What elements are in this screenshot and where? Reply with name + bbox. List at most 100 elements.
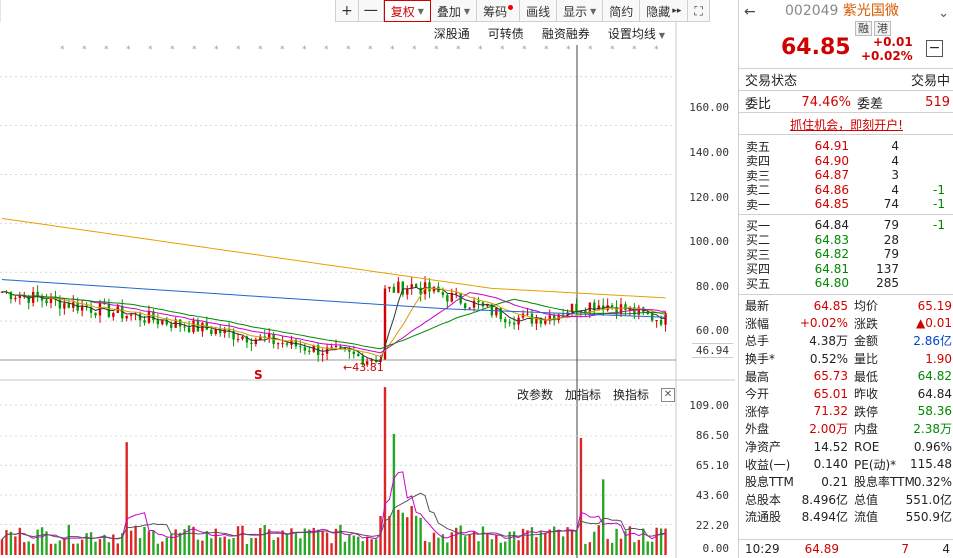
stat-label: 总值: [854, 492, 879, 507]
stats-row: 流通股 8.494亿 流值 550.9亿: [739, 508, 953, 526]
volume-bar: [125, 442, 128, 555]
divider: [739, 90, 953, 91]
stat-label: 今开: [745, 387, 770, 402]
zoom-out-button[interactable]: 一: [359, 0, 384, 22]
yincang-button[interactable]: 隐藏 ▸▸: [640, 0, 689, 22]
stat-value: 8.496亿: [801, 492, 848, 507]
close-indicator-icon[interactable]: ✕: [661, 387, 675, 402]
candle-body: [455, 292, 458, 294]
volume-bar: [410, 505, 413, 555]
change-pct: +0.02%: [861, 49, 913, 63]
event-marker: *: [654, 45, 659, 55]
notification-dot-icon: [508, 4, 514, 10]
orderbook-volume: 79: [883, 218, 899, 233]
candle-body: [63, 303, 66, 309]
modify-params-button[interactable]: 改参数: [517, 386, 553, 403]
ma5-line: [1, 286, 666, 362]
back-arrow-icon[interactable]: ←: [744, 4, 756, 20]
open-account-ad-link[interactable]: 抓住机会，即刻开户!: [739, 116, 953, 133]
candle-body: [397, 281, 400, 293]
stat-label: ROE: [854, 439, 880, 454]
volume-bar: [477, 541, 480, 555]
price-axis-label: 140.00: [689, 146, 729, 159]
volume-bar: [544, 532, 547, 555]
rongzirongquan-link[interactable]: 融资融券: [542, 25, 590, 42]
fullscreen-icon[interactable]: ⛶: [688, 0, 710, 22]
candle-body: [183, 326, 186, 328]
kline-chart-area[interactable]: * * * * * * * * * * * * * * * * * * * * * * * * * * * * ←43.81 S + 一 …: [0, 0, 735, 558]
volume-axis-label: 22.20: [695, 519, 729, 532]
set-ma-label: 设置均线: [607, 27, 656, 41]
candle-body: [508, 322, 511, 324]
candle-body: [428, 282, 431, 292]
candle-body: [161, 320, 164, 325]
orderbook-row[interactable]: 卖一 64.85 74 -1: [739, 197, 953, 212]
volume-bar: [294, 533, 298, 555]
candle-body: [588, 302, 592, 313]
candle-body: [241, 336, 244, 340]
kezhuanzhai-link[interactable]: 可转债: [488, 25, 524, 42]
zoom-in-button[interactable]: +: [336, 0, 359, 22]
stat-label: 总股本: [745, 492, 782, 507]
volume-bar: [138, 538, 142, 555]
volume-bar: [339, 524, 342, 555]
orderbook-row[interactable]: 买五 64.80 285: [739, 276, 953, 291]
diejia-label: 叠加: [436, 4, 461, 19]
candle-body: [481, 302, 485, 307]
chevron-down-icon[interactable]: ⌄: [938, 6, 949, 21]
volume-bar: [129, 530, 133, 555]
candle-body: [339, 346, 342, 348]
volume-bar: [633, 542, 636, 555]
candle-body: [268, 333, 271, 338]
candle-body: [299, 346, 302, 348]
candle-body: [477, 300, 480, 303]
volume-bar: [575, 530, 578, 555]
add-indicator-button[interactable]: 加指标: [565, 386, 601, 403]
huaxian-button[interactable]: 画线: [520, 0, 558, 22]
stats-row: 收益(一) 0.140 PE(动)* 115.48: [739, 455, 953, 473]
volume-bar: [116, 543, 119, 555]
event-marker: *: [60, 45, 65, 55]
remove-watchlist-button[interactable]: −: [926, 40, 943, 57]
volume-bar: [134, 525, 137, 555]
volume-bar: [147, 531, 151, 555]
shengutong-link[interactable]: 深股通: [434, 25, 470, 42]
stat-value: 64.85: [813, 298, 848, 313]
fuquan-button[interactable]: 复权 ▼: [383, 0, 431, 22]
stat-value: +0.02%: [799, 316, 848, 331]
event-marker: *: [258, 45, 263, 55]
tick-time: 10:29: [745, 542, 780, 556]
volume-bar: [156, 543, 160, 555]
diejia-button[interactable]: 叠加 ▼: [431, 0, 478, 22]
stat-value: 2.86亿: [913, 334, 952, 349]
ma60-line: [1, 279, 666, 318]
event-marker: *: [478, 45, 483, 55]
stock-name[interactable]: 紫光国微: [843, 3, 899, 19]
stat-value: 2.38万: [913, 422, 952, 437]
volume-axis-label: 86.50: [695, 429, 729, 442]
orderbook-price: 64.86: [814, 182, 849, 197]
hk-connect-tag: 港: [874, 21, 891, 36]
event-marker: *: [170, 45, 175, 55]
stat-value: 4.38万: [809, 334, 848, 349]
set-ma-button[interactable]: 设置均线 ▼: [608, 25, 665, 42]
volume-bar: [152, 530, 155, 555]
volume-bar: [241, 525, 244, 555]
kline-chart-svg[interactable]: * * * * * * * * * * * * * * * * * * * * * * * * * * * * ←43.81 S: [0, 0, 735, 558]
stat-value: 58.36: [917, 404, 952, 419]
candle-body: [178, 319, 182, 327]
buy-orderbook: 买一 64.84 79 -1 买二 64.83 28 买三 64.82 79 买四 64.81 137 买…: [739, 218, 953, 291]
stat-label: 金额: [854, 334, 879, 349]
switch-indicator-button[interactable]: 换指标: [613, 386, 649, 403]
stat-value: 551.0亿: [905, 492, 952, 507]
candle-body: [446, 295, 449, 302]
volume-bar: [459, 525, 462, 555]
divider: [739, 214, 953, 215]
jianyue-button[interactable]: 简约: [603, 0, 641, 22]
volume-bar: [31, 543, 35, 555]
orderbook-price: 64.80: [814, 276, 849, 291]
chouma-button[interactable]: 筹码: [477, 0, 521, 22]
candle-body: [419, 287, 422, 295]
stat-label: 净资产: [745, 440, 782, 455]
xianshi-button[interactable]: 显示 ▼: [557, 0, 604, 22]
